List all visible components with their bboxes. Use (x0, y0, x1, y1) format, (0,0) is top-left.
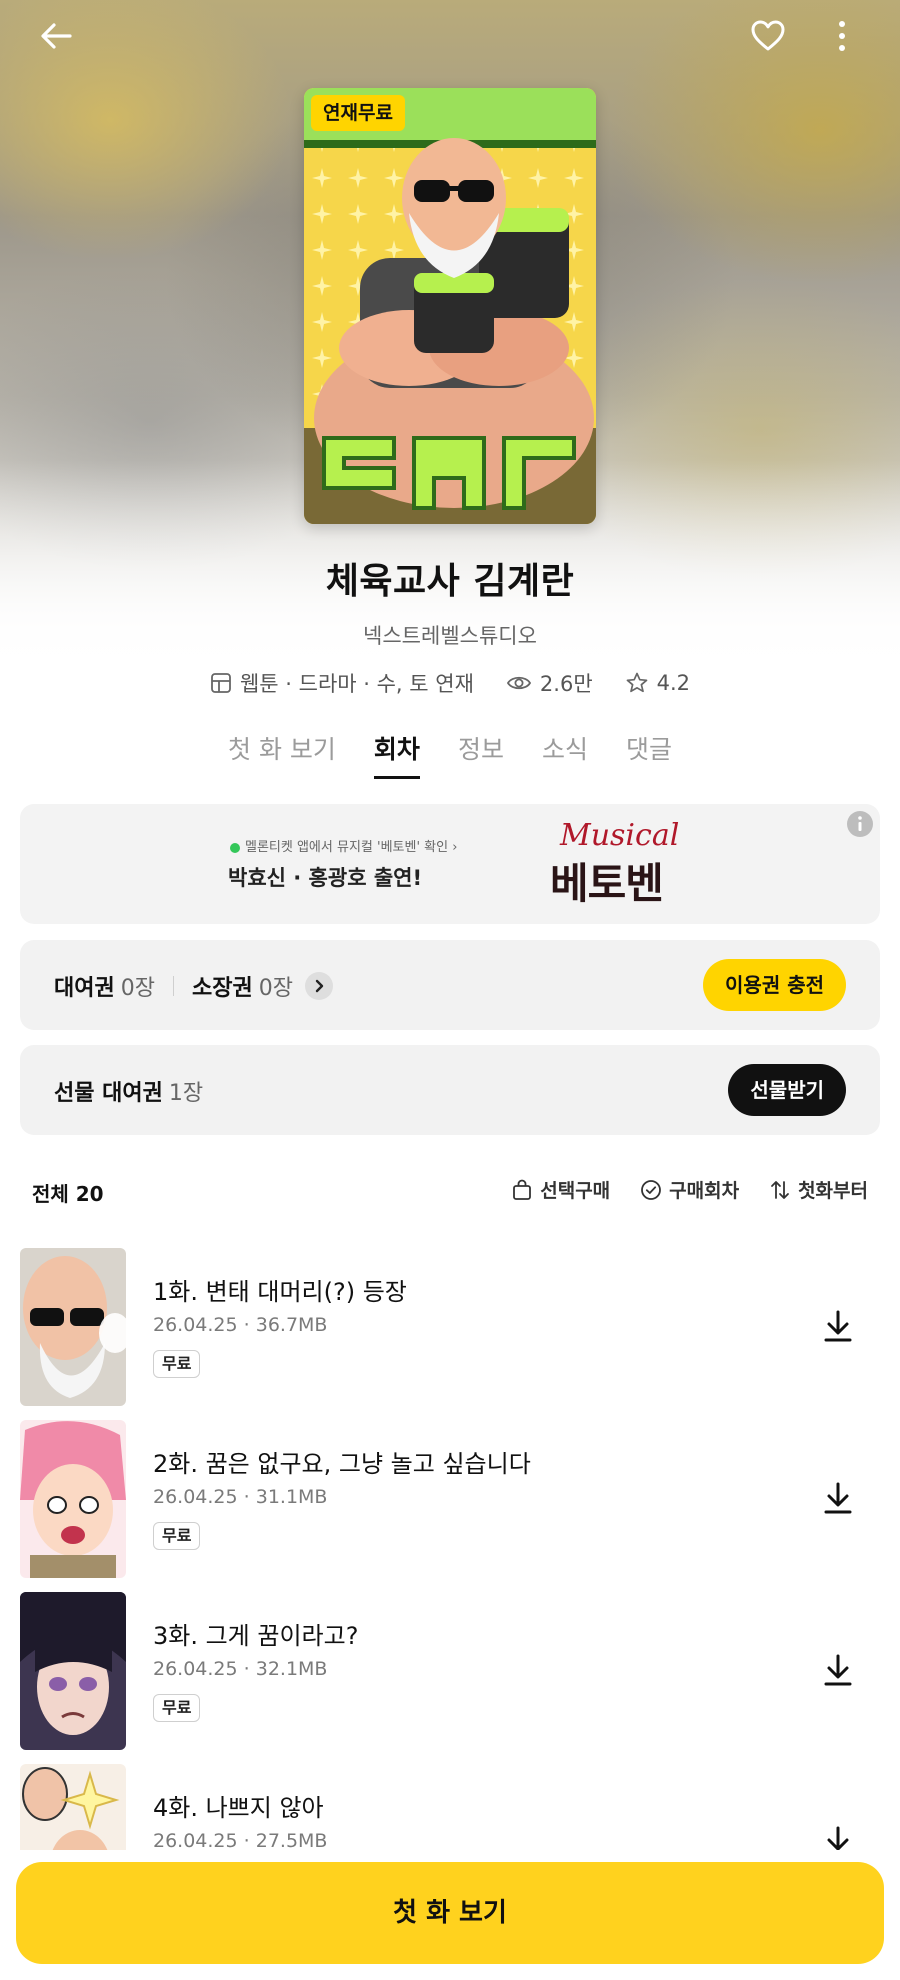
gift-ticket-count: 1장 (168, 1081, 204, 1106)
gift-card: 선물 대여권 1장 선물받기 (20, 1045, 880, 1135)
tab-bar: 첫 화 보기 회차 정보 소식 댓글 (0, 730, 900, 779)
download-icon (827, 1826, 849, 1850)
download-button[interactable] (818, 1650, 858, 1690)
episode-meta: 26.04.25 · 36.7MB (153, 1314, 328, 1336)
episode-title: 4화. 나쁘지 않아 (153, 1794, 324, 1822)
download-button[interactable] (818, 1478, 858, 1518)
free-badge: 무료 (153, 1522, 201, 1550)
chevron-right-icon (315, 979, 324, 993)
star-outline-icon (626, 672, 647, 693)
banner-subtext: 멜론티켓 앱에서 뮤지컬 '베토벤' 확인 › (230, 836, 457, 855)
genre-text: 웹툰 · 드라마 · 수, 토 연재 (239, 672, 474, 696)
select-buy-button[interactable]: 선택구매 (511, 1176, 610, 1203)
tab-news[interactable]: 소식 (542, 730, 588, 779)
eye-icon (506, 676, 531, 690)
rental-ticket-count: 0장 (120, 976, 155, 1001)
episode-item[interactable]: 4화. 나쁘지 않아 26.04.25 · 27.5MB (0, 1764, 900, 1850)
work-author[interactable]: 넥스트레벨스튜디오 (0, 620, 900, 650)
gift-ticket-label: 선물 대여권 (54, 1081, 163, 1106)
info-icon[interactable] (846, 810, 874, 838)
owned-ticket-count: 0장 (258, 976, 293, 1001)
work-meta: 웹툰 · 드라마 · 수, 토 연재 2.6만 4.2 (0, 668, 900, 698)
first-episode-button[interactable]: 첫 화 보기 (16, 1862, 884, 1964)
divider (172, 976, 174, 996)
download-icon (824, 1310, 852, 1342)
episode-title: 1화. 변태 대머리(?) 등장 (153, 1278, 407, 1306)
receive-gift-button[interactable]: 선물받기 (728, 1064, 846, 1116)
cover-illustration (304, 88, 596, 524)
arrow-left-icon (41, 23, 72, 49)
episode-thumbnail (20, 1248, 126, 1406)
episode-thumbnail (20, 1764, 126, 1850)
tab-first-episode[interactable]: 첫 화 보기 (228, 730, 336, 779)
episode-total: 전체 20 (32, 1182, 104, 1206)
episode-thumbnail (20, 1592, 126, 1750)
banner-headline: 박효신 · 홍광호 출연! (228, 866, 423, 890)
sort-icon (771, 1180, 789, 1199)
banner-logo: 베토벤 (550, 859, 664, 908)
download-icon (824, 1482, 852, 1514)
download-button[interactable] (818, 1306, 858, 1346)
webtoon-icon (211, 673, 231, 693)
shopping-bag-icon (513, 1179, 532, 1200)
episode-meta: 26.04.25 · 32.1MB (153, 1658, 328, 1680)
episode-item[interactable]: 1화. 변태 대머리(?) 등장 26.04.25 · 36.7MB 무료 (0, 1248, 900, 1406)
back-button[interactable] (30, 10, 82, 62)
cover-image: 연재무료 (304, 88, 596, 524)
check-circle-icon (641, 1179, 662, 1200)
melon-dot-icon (230, 842, 240, 853)
download-icon (824, 1654, 852, 1686)
sort-from-first-button[interactable]: 첫화부터 (769, 1176, 868, 1203)
free-badge: 무료 (153, 1350, 201, 1378)
download-button[interactable] (818, 1822, 858, 1850)
episode-list: 1화. 변태 대머리(?) 등장 26.04.25 · 36.7MB 무료 2화… (0, 1248, 900, 1850)
owned-ticket-label: 소장권 (191, 976, 253, 1001)
ticket-detail-button[interactable] (304, 972, 333, 1000)
episode-item[interactable]: 2화. 꿈은 없구요, 그냥 놀고 싶습니다 26.04.25 · 31.1MB… (0, 1420, 900, 1578)
episode-title: 3화. 그게 꿈이라고? (153, 1622, 359, 1650)
more-vertical-icon (839, 21, 845, 51)
favorite-button[interactable] (742, 10, 794, 62)
episode-list-header: 전체 20 선택구매 구매회차 첫화부터 (0, 1170, 900, 1210)
charge-ticket-button[interactable]: 이용권 충전 (703, 959, 846, 1011)
episode-item[interactable]: 3화. 그게 꿈이라고? 26.04.25 · 32.1MB 무료 (0, 1592, 900, 1750)
banner-logo-script: Musical (560, 818, 680, 853)
tab-info[interactable]: 정보 (458, 730, 504, 779)
ad-banner[interactable]: 멜론티켓 앱에서 뮤지컬 '베토벤' 확인 › 박효신 · 홍광호 출연! Mu… (20, 804, 880, 924)
top-bar (0, 0, 900, 70)
heart-outline-icon (751, 20, 785, 51)
free-serial-badge: 연재무료 (311, 95, 405, 131)
view-count: 2.6만 (539, 672, 593, 696)
work-info: 체육교사 김계란 넥스트레벨스튜디오 웹툰 · 드라마 · 수, 토 연재 2.… (0, 552, 900, 698)
rating-value: 4.2 (656, 671, 691, 695)
more-button[interactable] (816, 10, 868, 62)
tab-comments[interactable]: 댓글 (626, 730, 672, 779)
episode-thumbnail (20, 1420, 126, 1578)
free-badge: 무료 (153, 1694, 201, 1722)
rental-ticket-label: 대여권 (54, 976, 115, 1001)
episode-title: 2화. 꿈은 없구요, 그냥 놀고 싶습니다 (153, 1450, 531, 1478)
ticket-card: 대여권 0장 소장권 0장 이용권 충전 (20, 940, 880, 1030)
tab-episodes[interactable]: 회차 (373, 730, 420, 779)
work-title: 체육교사 김계란 (325, 561, 575, 602)
purchased-episodes-button[interactable]: 구매회차 (640, 1176, 739, 1203)
episode-meta: 26.04.25 · 27.5MB (153, 1830, 328, 1850)
episode-meta: 26.04.25 · 31.1MB (153, 1486, 328, 1508)
